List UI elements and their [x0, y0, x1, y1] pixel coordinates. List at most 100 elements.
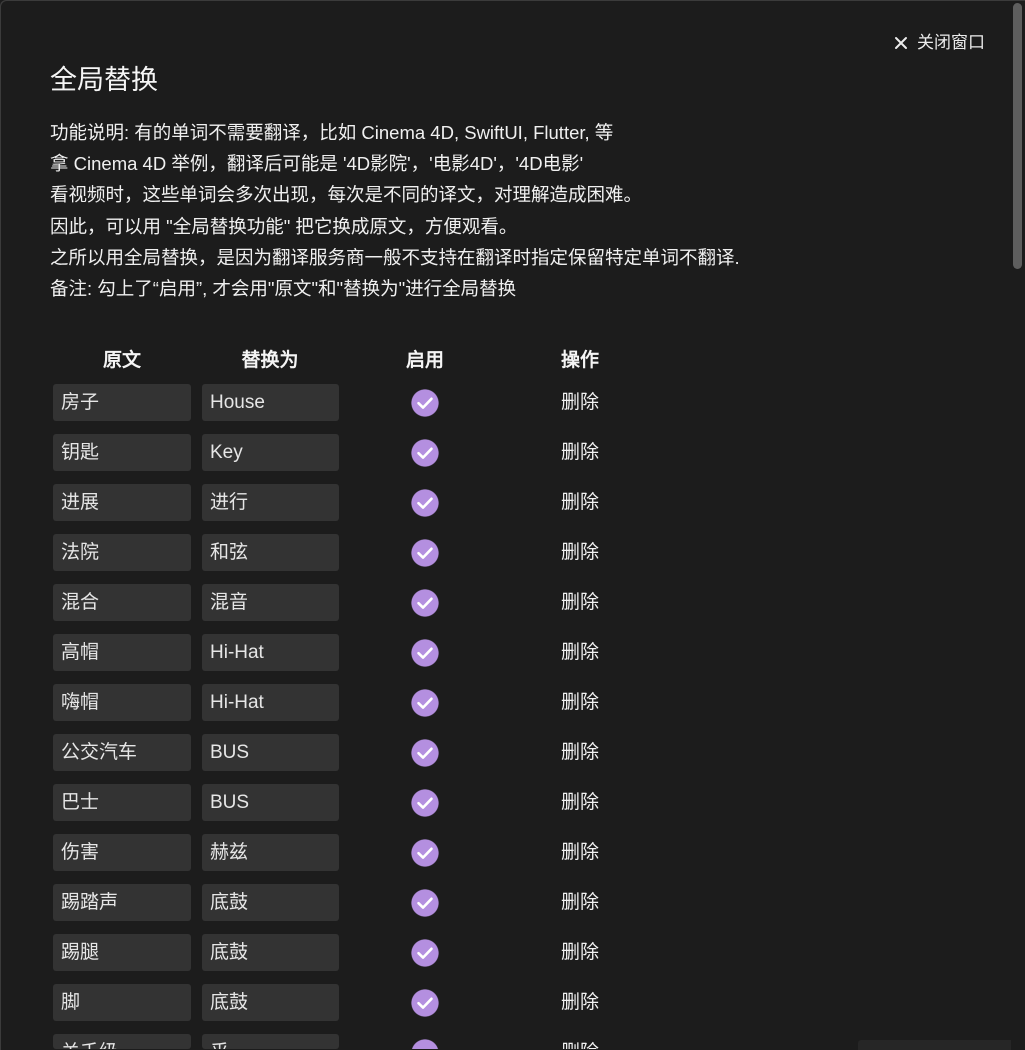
delete-button[interactable]: 删除: [550, 934, 610, 971]
replacement-row: 进展 进行 删除: [53, 484, 613, 521]
enabled-checkbox[interactable]: [411, 989, 439, 1017]
description-line: 看视频时，这些单词会多次出现，每次是不同的译文，对理解造成困难。: [50, 184, 643, 206]
replacement-input[interactable]: 进行: [202, 484, 339, 521]
replacement-input[interactable]: Key: [202, 434, 339, 471]
replacement-row: 钥匙 Key 删除: [53, 434, 613, 471]
dialog-title: 全局替换: [50, 65, 158, 95]
delete-button[interactable]: 删除: [550, 434, 610, 471]
column-header-original: 原文: [102, 350, 141, 371]
check-icon: [417, 647, 433, 659]
delete-button[interactable]: 删除: [550, 484, 610, 521]
enabled-checkbox[interactable]: [411, 789, 439, 817]
check-icon: [417, 747, 433, 759]
original-input[interactable]: 伤害: [53, 834, 191, 871]
replacement-row: 脚底鼓 删除: [53, 984, 613, 1021]
vertical-scrollbar[interactable]: [1011, 1, 1024, 1049]
check-icon: [417, 397, 433, 409]
original-input[interactable]: 脚: [53, 984, 191, 1021]
delete-button[interactable]: 删除: [550, 834, 610, 871]
original-input[interactable]: 混合: [53, 584, 191, 621]
column-header-actions: 操作: [560, 350, 599, 371]
replacement-input[interactable]: 底鼓: [202, 884, 339, 921]
original-input[interactable]: 关千级: [53, 1034, 191, 1049]
delete-button[interactable]: 删除: [550, 784, 610, 821]
close-window-button[interactable]: 关闭窗口: [891, 32, 989, 54]
delete-button[interactable]: 删除: [550, 984, 610, 1021]
replacement-input[interactable]: BUS: [202, 784, 339, 821]
close-icon: [895, 37, 907, 49]
column-header-replacement: 替换为: [241, 350, 299, 371]
enabled-checkbox[interactable]: [411, 689, 439, 717]
replacement-row: 伤害 赫兹 删除: [53, 834, 613, 871]
check-icon: [417, 947, 433, 959]
delete-button[interactable]: 删除: [550, 584, 610, 621]
description-line: 功能说明: 有的单词不需要翻译，比如 Cinema 4D, SwiftUI, F…: [50, 122, 614, 143]
replacement-input[interactable]: 混音: [202, 584, 339, 621]
close-window-label: 关闭窗口: [917, 33, 985, 52]
description-line: 之所以用全局替换，是因为翻译服务商一般不支持在翻译时指定保留特定单词不翻译.: [50, 246, 740, 268]
replacement-row: 法院 和弦 删除: [53, 534, 613, 571]
replacement-input[interactable]: 底鼓: [202, 984, 339, 1021]
replacement-row: 关千级乎 删除: [53, 1034, 613, 1049]
delete-button[interactable]: 删除: [550, 884, 610, 921]
original-input[interactable]: 巴士: [53, 784, 191, 821]
replacement-input[interactable]: Hi-Hat: [202, 634, 339, 671]
bottom-panel-edge: [858, 1040, 1011, 1050]
original-input[interactable]: 踢腿: [53, 934, 191, 971]
check-icon: [417, 997, 433, 1009]
enabled-checkbox[interactable]: [411, 939, 439, 967]
check-icon: [417, 797, 433, 809]
check-icon: [417, 547, 433, 559]
enabled-checkbox[interactable]: [411, 589, 439, 617]
delete-button[interactable]: 删除: [550, 1034, 610, 1049]
enabled-checkbox[interactable]: [411, 639, 439, 667]
enabled-checkbox[interactable]: [411, 489, 439, 517]
enabled-checkbox[interactable]: [411, 389, 439, 417]
original-input[interactable]: 嗨帽: [53, 684, 191, 721]
replacement-row: 高帽 Hi-Hat 删除: [53, 634, 613, 671]
check-icon: [417, 847, 433, 859]
replacement-row: 巴士 BUS 删除: [53, 784, 613, 821]
enabled-checkbox[interactable]: [411, 889, 439, 917]
replacement-input[interactable]: 和弦: [202, 534, 339, 571]
check-icon: [417, 597, 433, 609]
original-input[interactable]: 高帽: [53, 634, 191, 671]
replacement-row: 踢腿 底鼓 删除: [53, 934, 613, 971]
replacement-input[interactable]: 乎: [202, 1034, 339, 1049]
enabled-checkbox[interactable]: [411, 1039, 439, 1049]
delete-button[interactable]: 删除: [550, 534, 610, 571]
delete-button[interactable]: 删除: [550, 634, 610, 671]
delete-button[interactable]: 删除: [550, 384, 610, 421]
delete-button[interactable]: 删除: [550, 684, 610, 721]
column-header-enabled: 启用: [405, 350, 444, 371]
original-input[interactable]: 法院: [53, 534, 191, 571]
description-line: 因此，可以用 "全局替换功能" 把它换成原文，方便观看。: [50, 215, 518, 237]
check-icon: [417, 447, 433, 459]
original-input[interactable]: 进展: [53, 484, 191, 521]
original-input[interactable]: 公交汽车: [53, 734, 191, 771]
original-input[interactable]: 钥匙: [53, 434, 191, 471]
replacement-row: 嗨帽 Hi-Hat 删除: [53, 684, 613, 721]
replacement-row: 公交汽车 BUS 删除: [53, 734, 613, 771]
enabled-checkbox[interactable]: [411, 739, 439, 767]
replacement-input[interactable]: House: [202, 384, 339, 421]
global-replace-dialog: 关闭窗口 全局替换 功能说明: 有的单词不需要翻译，比如 Cinema 4D, …: [0, 0, 1025, 1050]
enabled-checkbox[interactable]: [411, 539, 439, 567]
replacement-row: 踢踏声 底鼓 删除: [53, 884, 613, 921]
check-icon: [417, 497, 433, 509]
enabled-checkbox[interactable]: [411, 839, 439, 867]
check-icon: [417, 697, 433, 709]
description-line: 备注: 勾上了“启用”, 才会用"原文"和"替换为"进行全局替换: [50, 277, 517, 299]
enabled-checkbox[interactable]: [411, 439, 439, 467]
original-input[interactable]: 房子: [53, 384, 191, 421]
replacement-input[interactable]: 赫兹: [202, 834, 339, 871]
replacement-input[interactable]: BUS: [202, 734, 339, 771]
replacement-input[interactable]: 底鼓: [202, 934, 339, 971]
original-input[interactable]: 踢踏声: [53, 884, 191, 921]
replacement-row: 混合 混音 删除: [53, 584, 613, 621]
check-icon: [417, 897, 433, 909]
replacement-input[interactable]: Hi-Hat: [202, 684, 339, 721]
scrollbar-thumb[interactable]: [1013, 3, 1022, 269]
delete-button[interactable]: 删除: [550, 734, 610, 771]
description-line: 拿 Cinema 4D 举例，翻译后可能是 '4D影院'，'电影4D'，'4D电…: [50, 153, 584, 175]
